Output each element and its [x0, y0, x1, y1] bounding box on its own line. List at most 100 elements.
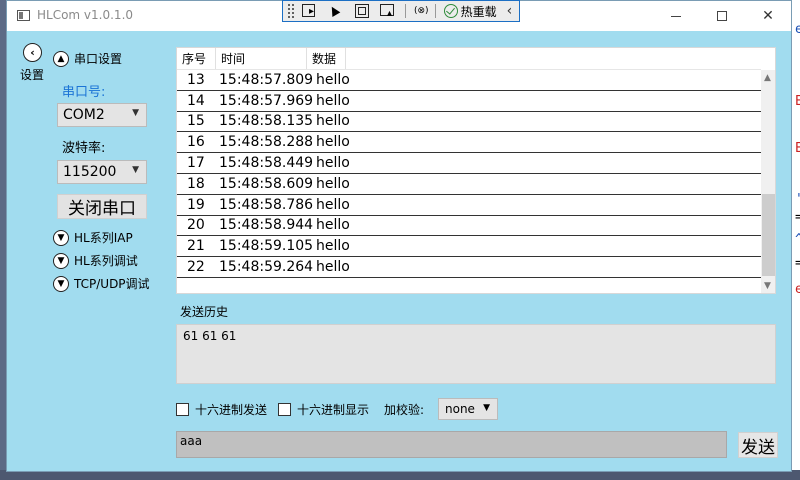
binding-failures-icon[interactable]: (⊗) — [414, 6, 429, 16]
tcp-udp-expander[interactable]: ▼ TCP/UDP调试 — [53, 275, 150, 292]
cell-index: 19 — [187, 196, 205, 213]
table-row[interactable]: 14 15:48:57.969 hello — [177, 91, 761, 112]
table-row[interactable]: 20 15:48:58.944 hello — [177, 216, 761, 237]
cell-time: 15:48:58.944 — [219, 217, 314, 234]
table-row[interactable]: 22 15:48:59.264 hello — [177, 257, 761, 278]
send-history-box[interactable]: 61 61 61 — [176, 324, 776, 384]
chevron-down-icon: ▼ — [53, 252, 69, 269]
serial-settings-expander[interactable]: ▲ 串口设置 — [53, 50, 122, 67]
receive-data-grid[interactable]: 序号 时间 数据 13 15:48:57.809 hello 14 15:48:57.9… — [176, 47, 776, 294]
scroll-up-icon[interactable]: ▲ — [764, 73, 771, 83]
table-row[interactable]: 19 15:48:58.786 hello — [177, 195, 761, 216]
cell-index: 18 — [187, 175, 205, 192]
checkbox-box[interactable] — [176, 403, 189, 416]
iap-label: HL系列IAP — [74, 231, 133, 245]
close-port-button[interactable]: 关闭串口 — [57, 194, 147, 219]
cell-data: hello — [316, 71, 350, 88]
hot-reload-label[interactable]: 热重载 — [461, 3, 497, 20]
table-row[interactable]: 15 15:48:58.135 hello — [177, 112, 761, 133]
minimize-button[interactable] — [653, 1, 699, 31]
baud-select[interactable]: 115200 ▼ — [57, 160, 147, 184]
hex-display-label: 十六进制显示 — [297, 403, 370, 417]
cell-time: 15:48:58.135 — [219, 113, 314, 130]
checksum-value: none — [445, 402, 475, 416]
chevron-down-icon: ▼ — [483, 403, 490, 413]
cell-index: 21 — [187, 238, 205, 255]
cell-data: hello — [316, 134, 350, 151]
table-row[interactable]: 21 15:48:59.105 hello — [177, 236, 761, 258]
scroll-down-icon[interactable]: ▼ — [764, 281, 771, 291]
bg-glyph: = — [795, 256, 800, 271]
minimize-icon — [671, 15, 681, 17]
cell-time: 15:48:58.449 — [219, 155, 314, 172]
baud-value: 115200 — [63, 164, 117, 180]
cell-time: 15:48:58.288 — [219, 134, 314, 151]
drag-grip-icon[interactable] — [287, 3, 295, 19]
close-window-button[interactable]: ✕ — [745, 1, 791, 31]
grid-scrollbar[interactable]: ▲ ▼ — [761, 70, 775, 293]
hex-send-checkbox[interactable]: 十六进制发送 — [176, 401, 267, 418]
send-input[interactable]: aaa — [176, 431, 727, 458]
app-window: HLCom v1.0.1.0 ✕ ‹ 设置 ▲ 串口设置 串口号: COM2 ▼… — [6, 0, 792, 472]
grid-body: 13 15:48:57.809 hello 14 15:48:57.969 hello 15… — [177, 70, 761, 278]
column-header-time[interactable]: 时间 — [216, 48, 307, 69]
column-header-data[interactable]: 数据 — [307, 48, 346, 69]
chevron-down-icon: ▼ — [132, 165, 139, 175]
cell-time: 15:48:58.609 — [219, 175, 314, 192]
collapse-toolbar-icon[interactable]: ‹ — [507, 3, 513, 19]
port-select[interactable]: COM2 ▼ — [57, 103, 147, 127]
column-header-index[interactable]: 序号 — [177, 48, 216, 69]
bg-glyph: E — [795, 94, 800, 109]
bg-glyph: E — [795, 141, 800, 156]
iap-expander[interactable]: ▼ HL系列IAP — [53, 229, 133, 246]
chevron-down-icon: ▼ — [53, 275, 69, 292]
chevron-down-icon: ▼ — [132, 108, 139, 118]
bg-glyph: e — [795, 282, 800, 297]
table-row[interactable]: 18 15:48:58.609 hello — [177, 174, 761, 195]
settings-back-button[interactable]: ‹ — [23, 43, 42, 62]
chevron-up-icon: ▲ — [53, 50, 69, 67]
cell-data: hello — [316, 155, 350, 172]
cell-time: 15:48:57.969 — [219, 92, 314, 109]
cell-index: 17 — [187, 155, 205, 172]
select-element-icon[interactable] — [325, 2, 347, 20]
cell-time: 15:48:59.264 — [219, 259, 314, 276]
hex-display-checkbox[interactable]: 十六进制显示 — [278, 401, 369, 418]
cell-data: hello — [316, 113, 350, 130]
debug-label: HL系列调试 — [74, 254, 138, 268]
bg-glyph: ^ — [795, 232, 800, 247]
checksum-select[interactable]: none ▼ — [438, 398, 498, 420]
app-icon — [17, 10, 30, 21]
cell-index: 22 — [187, 259, 205, 276]
hot-reload-toolbar: (⊗) 热重载 ‹ — [282, 0, 520, 22]
table-row[interactable]: 13 15:48:57.809 hello — [177, 70, 761, 91]
chevron-left-icon: ‹ — [30, 46, 35, 59]
cell-index: 13 — [187, 71, 205, 88]
bg-glyph: ', — [795, 192, 800, 207]
maximize-icon — [717, 11, 727, 21]
debug-expander[interactable]: ▼ HL系列调试 — [53, 252, 138, 269]
cell-data: hello — [316, 238, 350, 255]
cell-time: 15:48:59.105 — [219, 238, 314, 255]
cell-data: hello — [316, 196, 350, 213]
cell-index: 20 — [187, 217, 205, 234]
maximize-button[interactable] — [699, 1, 745, 31]
bg-glyph: e — [795, 22, 800, 37]
send-button[interactable]: 发送 — [738, 432, 778, 458]
track-focus-icon[interactable] — [377, 2, 399, 20]
hex-send-label: 十六进制发送 — [195, 403, 268, 417]
table-row[interactable]: 17 15:48:58.449 hello — [177, 153, 761, 174]
go-to-live-tree-icon[interactable] — [299, 2, 321, 20]
cell-index: 15 — [187, 113, 205, 130]
scrollbar-thumb[interactable] — [762, 194, 775, 276]
cell-index: 14 — [187, 92, 205, 109]
cell-time: 15:48:57.809 — [219, 71, 314, 88]
port-value: COM2 — [63, 107, 105, 123]
display-layout-adorners-icon[interactable] — [351, 2, 373, 20]
close-icon: ✕ — [762, 8, 774, 24]
toolbar-separator — [405, 4, 406, 18]
bg-glyph: = — [795, 210, 800, 225]
table-row[interactable]: 16 15:48:58.288 hello — [177, 132, 761, 154]
grid-header: 序号 时间 数据 — [177, 48, 761, 70]
checkbox-box[interactable] — [278, 403, 291, 416]
